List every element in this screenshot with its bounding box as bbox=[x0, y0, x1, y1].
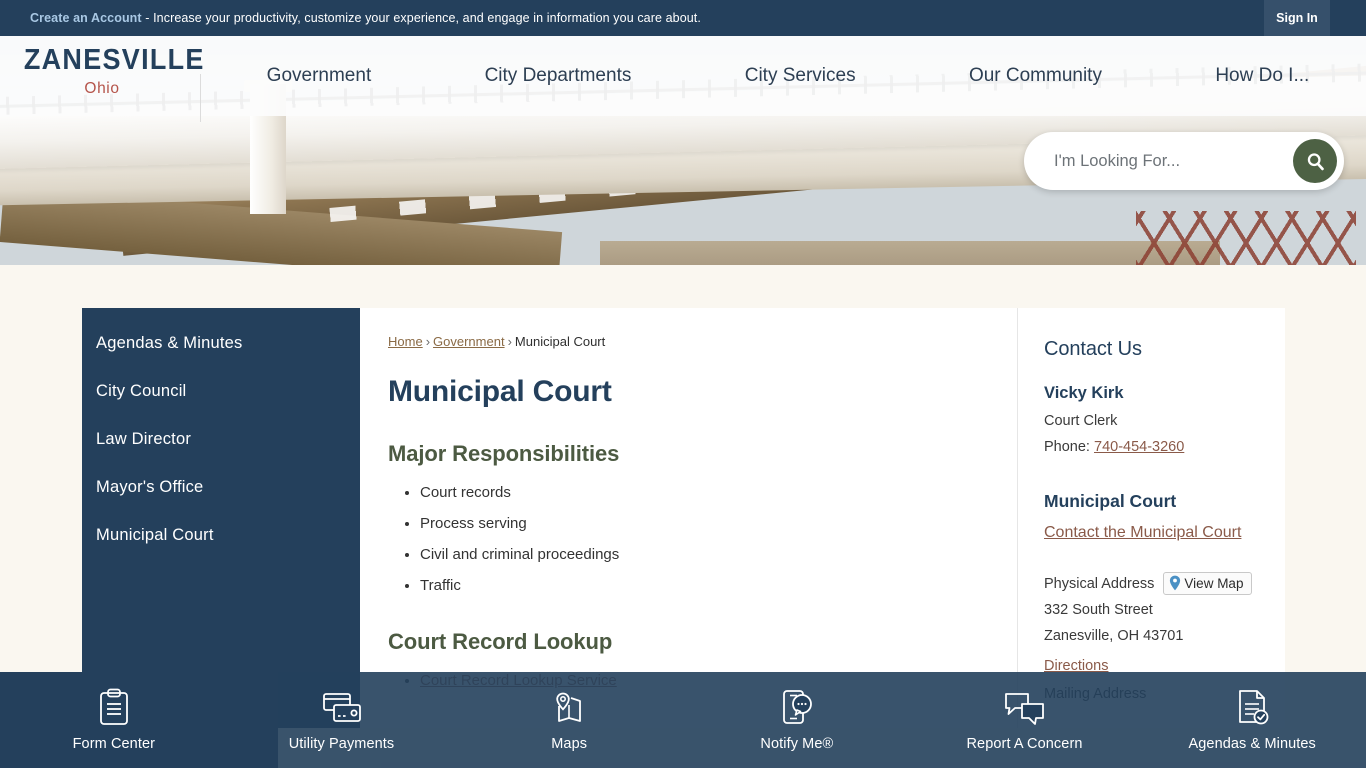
breadcrumb-separator-2: › bbox=[507, 334, 512, 349]
header-plate: ZANESVILLE Ohio Government City Departme… bbox=[0, 36, 1366, 122]
quick-link-notify-me[interactable]: Notify Me® bbox=[683, 672, 911, 768]
main-content: Home › Government › Municipal Court Municipa… bbox=[360, 308, 1017, 728]
credit-card-icon bbox=[321, 688, 363, 728]
logo-state-name: Ohio bbox=[84, 80, 120, 97]
phone-chat-icon bbox=[777, 688, 817, 728]
breadcrumb: Home › Government › Municipal Court bbox=[388, 334, 987, 349]
quick-link-agendas-minutes[interactable]: Agendas & Minutes bbox=[1138, 672, 1366, 768]
contact-person-name: Vicky Kirk bbox=[1044, 384, 1124, 402]
breadcrumb-separator-1: › bbox=[425, 334, 431, 349]
logo-city-name: ZANESVILLE bbox=[23, 44, 205, 76]
quick-link-label: Form Center bbox=[72, 736, 156, 752]
contact-us-heading: Contact Us bbox=[1044, 338, 1142, 360]
list-major-responsibilities: Court records Process serving Civil and … bbox=[388, 484, 987, 595]
search-bar bbox=[1024, 132, 1344, 190]
nav-item-city-services[interactable]: City Services bbox=[688, 65, 912, 87]
breadcrumb-home[interactable]: Home bbox=[388, 334, 423, 349]
list-item: Process serving bbox=[420, 515, 987, 533]
contact-department-heading: Municipal Court bbox=[1044, 491, 1177, 511]
search-button[interactable] bbox=[1293, 139, 1337, 183]
contact-phone-link[interactable]: 740-454-3260 bbox=[1094, 439, 1184, 455]
nav-item-government[interactable]: Government bbox=[210, 65, 428, 87]
address-line-1: 332 South Street bbox=[1044, 602, 1153, 618]
sidebar-item-mayors-office[interactable]: Mayor's Office bbox=[82, 463, 360, 511]
address-line-2: Zanesville, OH 43701 bbox=[1044, 628, 1184, 644]
create-account-message-text: - Increase your productivity, customize … bbox=[141, 11, 701, 25]
quick-link-report-a-concern[interactable]: Report A Concern bbox=[911, 672, 1139, 768]
list-item: Traffic bbox=[420, 577, 987, 595]
search-icon bbox=[1307, 152, 1324, 170]
map-pin-icon bbox=[1170, 575, 1181, 591]
contact-phone-row: Phone: 740-454-3260 bbox=[1044, 439, 1261, 455]
quick-link-label: Agendas & Minutes bbox=[1188, 736, 1316, 752]
site-logo[interactable]: ZANESVILLE Ohio bbox=[18, 44, 205, 97]
map-pin-fold-icon bbox=[549, 688, 589, 728]
sidebar-item-law-director[interactable]: Law Director bbox=[82, 415, 360, 463]
nav-item-our-community[interactable]: Our Community bbox=[912, 65, 1158, 87]
quick-link-label: Maps bbox=[551, 736, 588, 752]
view-map-label: View Map bbox=[1184, 575, 1244, 591]
quick-links-list: Form Center Utility Payments Maps Notify… bbox=[0, 672, 1366, 768]
top-utility-bar: Create an Account - Increase your produc… bbox=[0, 0, 1366, 36]
contact-department-link[interactable]: Contact the Municipal Court bbox=[1044, 524, 1241, 541]
header-divider bbox=[200, 74, 201, 122]
quick-link-label: Notify Me® bbox=[760, 736, 834, 752]
sidebar-item-city-council[interactable]: City Council bbox=[82, 367, 360, 415]
list-item: Civil and criminal proceedings bbox=[420, 546, 987, 564]
page-title: Municipal Court bbox=[388, 375, 612, 408]
contact-person-title: Court Clerk bbox=[1044, 413, 1118, 429]
quick-link-label: Report A Concern bbox=[966, 736, 1083, 752]
main-navigation: Government City Departments City Service… bbox=[210, 36, 1366, 116]
create-account-link[interactable]: Create an Account bbox=[30, 11, 142, 25]
quick-link-maps[interactable]: Maps bbox=[455, 672, 683, 768]
quick-link-form-center[interactable]: Form Center bbox=[0, 672, 228, 768]
sidebar-item-agendas-minutes[interactable]: Agendas & Minutes bbox=[82, 319, 360, 367]
view-map-button[interactable]: View Map bbox=[1163, 572, 1253, 595]
content-card: Agendas & Minutes City Council Law Direc… bbox=[82, 308, 1285, 728]
speech-bubbles-icon bbox=[1003, 688, 1047, 728]
section-sidebar: Agendas & Minutes City Council Law Direc… bbox=[82, 308, 360, 728]
breadcrumb-current: Municipal Court bbox=[514, 334, 606, 349]
sign-in-button[interactable]: Sign In bbox=[1264, 0, 1330, 36]
physical-address-label: Physical Address bbox=[1044, 575, 1155, 592]
search-input[interactable] bbox=[1052, 150, 1293, 172]
nav-item-how-do-i[interactable]: How Do I... bbox=[1159, 65, 1366, 87]
create-account-message: Create an Account - Increase your produc… bbox=[30, 11, 701, 25]
nav-item-city-departments[interactable]: City Departments bbox=[428, 65, 688, 87]
quick-link-utility-payments[interactable]: Utility Payments bbox=[228, 672, 456, 768]
sidebar-item-municipal-court[interactable]: Municipal Court bbox=[82, 511, 360, 559]
contact-rail: Contact Us Vicky Kirk Court Clerk Phone:… bbox=[1017, 308, 1285, 728]
document-check-icon bbox=[1232, 688, 1272, 728]
heading-court-record-lookup: Court Record Lookup bbox=[388, 629, 613, 654]
quick-links-bar: Form Center Utility Payments Maps Notify… bbox=[0, 672, 1366, 768]
heading-major-responsibilities: Major Responsibilities bbox=[388, 441, 620, 466]
list-item: Court records bbox=[420, 484, 987, 502]
clipboard-icon bbox=[97, 688, 131, 728]
quick-link-label: Utility Payments bbox=[288, 736, 395, 752]
contact-phone-label: Phone: bbox=[1044, 439, 1094, 455]
breadcrumb-government[interactable]: Government bbox=[433, 334, 505, 349]
physical-address-row: Physical Address View Map bbox=[1044, 572, 1261, 595]
